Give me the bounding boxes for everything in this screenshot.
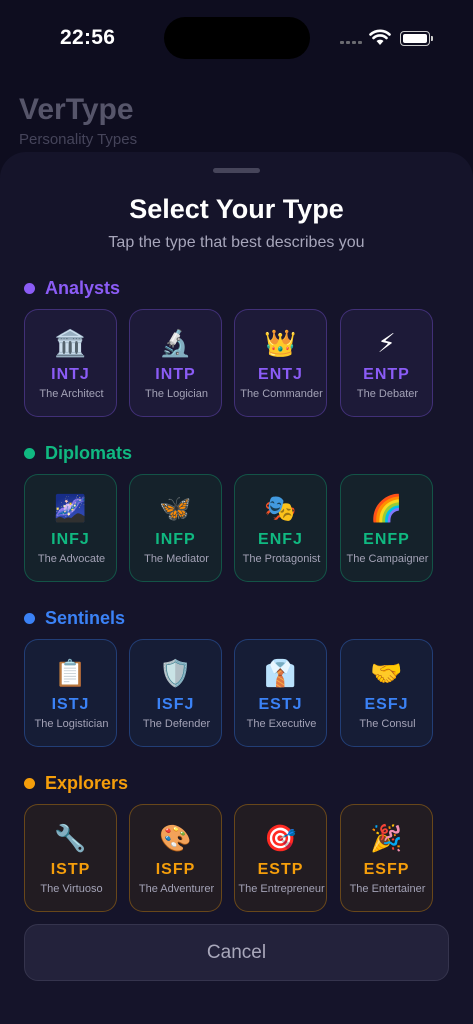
type-emoji-icon: 🛡️ [159,658,192,688]
type-card-intp[interactable]: 🔬 INTP The Logician [129,309,222,417]
sheet-grabber[interactable] [213,168,260,173]
group-name: Explorers [45,772,129,793]
group-dot [24,447,35,459]
type-emoji-icon: 👔 [264,658,297,688]
type-card-isfj[interactable]: 🛡️ ISFJ The Defender [129,639,222,747]
type-card-istp[interactable]: 🔧 ISTP The Virtuoso [24,804,117,912]
type-card-esfj[interactable]: 🤝 ESFJ The Consul [340,639,433,747]
group-dot [24,777,35,789]
type-emoji-icon: 🎯 [264,823,297,853]
app-title: VerType [19,93,134,126]
status-time: 22:56 [60,26,116,49]
type-code: ISFP [155,861,196,878]
type-card-istj[interactable]: 📋 ISTJ The Logistician [24,639,117,747]
cancel-button[interactable]: Cancel [24,924,449,981]
type-description: The Commander [240,388,323,400]
wifi-icon [369,29,391,45]
type-code: INTJ [51,366,90,383]
type-code: INTP [155,366,196,383]
type-code: ISFJ [156,696,195,713]
type-description: The Entrepreneur [238,883,325,895]
type-description: The Debater [356,388,419,400]
type-code: ESTJ [258,696,303,713]
type-description: The Logician [145,388,208,400]
dynamic-island [164,17,310,59]
type-card-intj[interactable]: 🏛️ INTJ The Architect [24,309,117,417]
type-emoji-icon: 📋 [54,658,87,688]
type-code: ESFP [363,861,410,878]
app-subtitle: Personality Types [19,131,138,148]
type-description: The Entertainer [349,883,426,895]
type-code: INFJ [51,531,90,548]
group-header-explorers: Explorers [24,771,128,795]
type-selection-sheet: Select Your Type Tap the type that best … [0,152,473,1024]
type-description: The Advocate [37,553,106,565]
type-card-enfp[interactable]: 🌈 ENFP The Campaigner [340,474,433,582]
type-emoji-icon: 🏛️ [54,328,87,358]
type-description: The Consul [359,718,416,730]
type-emoji-icon: 🦋 [159,493,192,523]
type-code: INFP [155,531,196,548]
type-code: ISTP [50,861,91,878]
type-card-enfj[interactable]: 🎭 ENFJ The Protagonist [234,474,327,582]
type-description: The Protagonist [242,553,321,565]
status-bar: 22:56 [0,0,473,70]
type-emoji-icon: ⚡ [377,328,396,358]
type-emoji-icon: 🎨 [159,823,192,853]
group-name: Diplomats [45,442,133,463]
type-code: ISTJ [51,696,90,713]
type-emoji-icon: 🌌 [54,493,87,523]
group-header-analysts: Analysts [24,276,120,300]
sheet-title: Select Your Type [129,194,344,224]
battery-icon [400,31,433,46]
type-emoji-icon: 🔬 [159,328,192,358]
group-dot [24,282,35,294]
type-card-estp[interactable]: 🎯 ESTP The Entrepreneur [234,804,327,912]
sheet-subtitle: Tap the type that best describes you [108,234,365,251]
type-card-estj[interactable]: 👔 ESTJ The Executive [234,639,327,747]
type-code: ENTP [363,366,410,383]
type-description: The Virtuoso [40,883,103,895]
type-description: The Mediator [144,553,209,565]
group-name: Analysts [45,277,121,298]
type-code: ESFJ [364,696,409,713]
type-emoji-icon: 🌈 [370,493,403,523]
type-description: The Campaigner [346,553,429,565]
type-description: The Logistician [34,718,109,730]
type-emoji-icon: 🔧 [54,823,87,853]
type-card-infp[interactable]: 🦋 INFP The Mediator [129,474,222,582]
group-dot [24,612,35,624]
type-code: ENFJ [258,531,303,548]
type-emoji-icon: 🎭 [264,493,297,523]
type-description: The Adventurer [138,883,215,895]
type-emoji-icon: 👑 [264,328,297,358]
type-code: ENTJ [258,366,303,383]
type-card-isfp[interactable]: 🎨 ISFP The Adventurer [129,804,222,912]
cellular-signal-icon [340,41,362,44]
group-header-sentinels: Sentinels [24,606,125,630]
type-card-entp[interactable]: ⚡ ENTP The Debater [340,309,433,417]
type-code: ESTP [257,861,304,878]
group-name: Sentinels [45,607,126,628]
group-header-diplomats: Diplomats [24,441,132,465]
type-emoji-icon: 🤝 [370,658,403,688]
type-description: The Architect [39,388,104,400]
type-description: The Defender [142,718,211,730]
type-code: ENFP [363,531,410,548]
type-card-entj[interactable]: 👑 ENTJ The Commander [234,309,327,417]
type-description: The Executive [246,718,317,730]
type-card-infj[interactable]: 🌌 INFJ The Advocate [24,474,117,582]
type-emoji-icon: 🎉 [370,823,403,853]
type-card-esfp[interactable]: 🎉 ESFP The Entertainer [340,804,433,912]
